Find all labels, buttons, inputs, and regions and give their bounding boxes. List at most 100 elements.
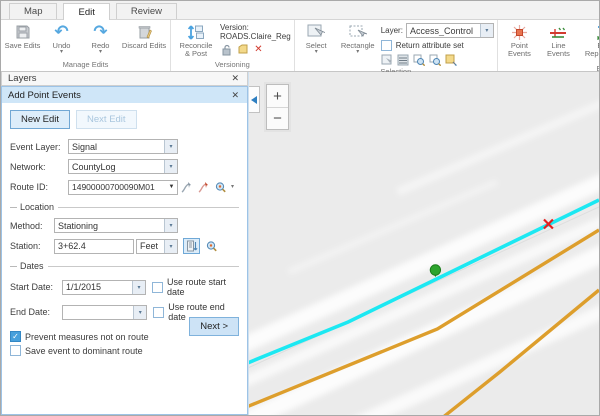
- attributes-list-icon[interactable]: [397, 53, 410, 66]
- layers-panel-title: Layers: [8, 73, 37, 84]
- zoom-to-selection-icon[interactable]: [413, 53, 426, 66]
- zoom-out-button[interactable]: −: [267, 107, 288, 129]
- group-manage-edits: Save Edits ↶ Undo ▾ ↷ Redo ▾ Discard Edi…: [1, 20, 171, 71]
- event-layer-caret-icon[interactable]: ▾: [164, 140, 177, 153]
- start-date-label: Start Date:: [10, 282, 62, 292]
- layer-combo-caret-icon[interactable]: ▾: [480, 24, 493, 37]
- select-route-icon[interactable]: [178, 179, 195, 195]
- start-date-combo[interactable]: 1/1/2015 ▾: [62, 280, 146, 295]
- point-event-marker[interactable]: [430, 265, 440, 275]
- location-section-header: Location: [10, 202, 239, 212]
- undo-button[interactable]: ↶ Undo ▾: [43, 21, 80, 54]
- save-to-dominant-label: Save event to dominant route: [25, 346, 143, 356]
- reconcile-post-button[interactable]: Reconcile & Post: [174, 21, 218, 59]
- use-route-start-date-label: Use route start date: [167, 277, 239, 297]
- station-unit-caret-icon[interactable]: ▾: [164, 240, 177, 253]
- line-events-icon: [548, 23, 568, 41]
- end-date-combo[interactable]: ▾: [62, 305, 147, 320]
- station-input[interactable]: 3+62.4: [54, 239, 134, 254]
- add-point-events-title: Add Point Events: [8, 90, 81, 101]
- route-zoom-caret-icon[interactable]: ▾: [231, 185, 234, 189]
- rectangle-select-button[interactable]: Rectangle ▾: [337, 21, 379, 54]
- lock-icon[interactable]: [220, 43, 233, 56]
- redo-icon: ↷: [93, 23, 107, 41]
- use-route-end-date-checkbox[interactable]: [153, 307, 164, 318]
- select-caret-icon: ▾: [315, 50, 318, 54]
- version-value: ROADS.Claire_Reg: [220, 32, 291, 41]
- discard-edits-button[interactable]: Discard Edits: [121, 21, 167, 50]
- undo-icon: ↶: [54, 23, 68, 41]
- save-to-dominant-checkbox[interactable]: [10, 345, 21, 356]
- save-icon: [15, 23, 31, 41]
- pick-station-tool-icon[interactable]: [183, 238, 200, 254]
- layers-panel-header[interactable]: Layers ✕: [1, 72, 248, 86]
- prevent-measures-checkbox[interactable]: ✓: [10, 331, 21, 342]
- network-combo[interactable]: CountyLog ▾: [68, 159, 178, 174]
- select-button[interactable]: Select ▾: [298, 21, 335, 54]
- method-label: Method:: [10, 221, 54, 231]
- group-versioning: Reconcile & Post Version: ROADS.Claire_R…: [171, 20, 295, 71]
- route-zoom-icon[interactable]: [212, 179, 229, 195]
- tab-edit[interactable]: Edit: [63, 3, 109, 20]
- add-point-events-header[interactable]: Add Point Events ✕: [2, 87, 247, 103]
- map-zoom-control: + −: [266, 84, 289, 130]
- group-label-versioning: Versioning: [174, 59, 291, 71]
- map-canvas[interactable]: [249, 72, 599, 415]
- ribbon-tabstrip: Map Edit Review: [1, 1, 599, 20]
- group-label-manage-edits: Manage Edits: [4, 59, 167, 71]
- collapse-arrow-icon: [251, 96, 257, 104]
- select-icon: [307, 23, 325, 41]
- prevent-measures-label: Prevent measures not on route: [25, 332, 149, 342]
- layer-label: Layer:: [381, 26, 403, 35]
- select-route-on-map-icon[interactable]: [195, 179, 212, 195]
- station-label: Station:: [10, 241, 54, 251]
- layers-close-icon[interactable]: ✕: [229, 73, 241, 84]
- tab-review[interactable]: Review: [116, 3, 177, 19]
- reconcile-icon: [187, 23, 205, 41]
- redo-caret-icon: ▾: [99, 50, 102, 54]
- route-id-combo[interactable]: 14900000700090M01 ▼: [68, 180, 178, 195]
- zoom-in-button[interactable]: +: [267, 85, 288, 107]
- new-edit-button[interactable]: New Edit: [10, 110, 70, 129]
- next-edit-button[interactable]: Next Edit: [76, 110, 137, 129]
- add-point-events-panel: Add Point Events ✕ New Edit Next Edit Ev…: [1, 86, 248, 415]
- version-info: Version: ROADS.Claire_Reg ✕: [220, 21, 291, 56]
- tab-map[interactable]: Map: [9, 3, 57, 19]
- network-label: Network:: [10, 162, 68, 172]
- clear-selection-icon[interactable]: [445, 53, 458, 66]
- rectangle-caret-icon: ▾: [356, 50, 359, 54]
- point-events-button[interactable]: Point Events: [501, 21, 538, 59]
- save-edits-button[interactable]: Save Edits: [4, 21, 41, 50]
- group-selection: Select ▾ Rectangle ▾ Layer: Access_Contr…: [295, 20, 498, 71]
- select-tool-icon[interactable]: [381, 53, 394, 66]
- station-unit-combo[interactable]: Feet ▾: [136, 239, 178, 254]
- new-version-icon[interactable]: [236, 43, 249, 56]
- end-date-label: End Date:: [10, 307, 62, 317]
- method-combo[interactable]: Stationing ▾: [54, 218, 178, 233]
- pan-to-selection-icon[interactable]: [429, 53, 442, 66]
- network-caret-icon[interactable]: ▾: [164, 160, 177, 173]
- trash-icon: [137, 23, 152, 41]
- station-zoom-icon[interactable]: [203, 238, 220, 254]
- point-events-icon: [511, 23, 528, 41]
- event-replacement-button[interactable]: Event Replacement: [579, 21, 600, 59]
- start-date-caret-icon[interactable]: ▾: [132, 281, 145, 294]
- use-route-start-date-checkbox[interactable]: [152, 282, 163, 293]
- add-point-events-close-icon[interactable]: ✕: [229, 90, 241, 101]
- method-caret-icon[interactable]: ▾: [164, 219, 177, 232]
- redo-button[interactable]: ↷ Redo ▾: [82, 21, 119, 54]
- delete-version-icon[interactable]: ✕: [252, 43, 265, 56]
- layer-combo[interactable]: Access_Control ▾: [406, 23, 494, 38]
- next-button[interactable]: Next >: [189, 317, 239, 336]
- route-id-caret-icon[interactable]: ▼: [166, 184, 177, 190]
- event-layer-combo[interactable]: Signal ▾: [68, 139, 178, 154]
- rectangle-select-icon: [349, 23, 367, 41]
- event-layer-label: Event Layer:: [10, 142, 68, 152]
- map-view[interactable]: + −: [248, 72, 599, 415]
- panel-collapse-button[interactable]: [249, 86, 260, 113]
- undo-caret-icon: ▾: [60, 50, 63, 54]
- left-panel: Layers ✕ Add Point Events ✕ New Edit Nex…: [1, 72, 248, 415]
- end-date-caret-icon[interactable]: ▾: [133, 306, 146, 319]
- return-attribute-set-checkbox[interactable]: [381, 40, 392, 51]
- line-events-button[interactable]: Line Events: [540, 21, 577, 59]
